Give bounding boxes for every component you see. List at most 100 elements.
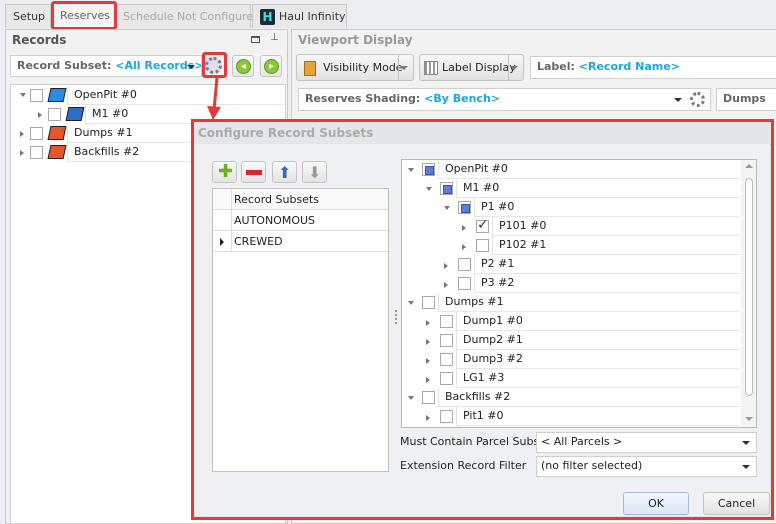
collapsed-icon[interactable] — [462, 244, 466, 250]
record-tree-item[interactable]: OpenPit #0 — [11, 86, 285, 105]
record-tree-item[interactable]: P102 #1 — [402, 236, 740, 255]
expanded-icon[interactable] — [408, 396, 414, 400]
scroll-up-icon[interactable] — [745, 164, 753, 168]
record-type-icon — [47, 145, 67, 159]
record-label: Dump2 #1 — [456, 331, 740, 350]
checkbox[interactable] — [30, 127, 43, 140]
record-label: P101 #0 — [492, 217, 740, 236]
checkbox[interactable] — [48, 108, 61, 121]
checkbox[interactable] — [440, 410, 453, 423]
collapsed-icon[interactable] — [20, 131, 24, 137]
records-title: Records — [12, 33, 67, 47]
checkbox[interactable] — [422, 296, 435, 309]
record-tree-item[interactable]: Dump2 #1 — [402, 331, 740, 350]
label-display-label: Label Display — [442, 61, 516, 74]
subset-row[interactable]: AUTONOMOUS — [213, 210, 388, 231]
minus-icon — [246, 170, 262, 175]
record-tree-item[interactable]: Dumps #1 — [402, 293, 740, 312]
record-tree-item[interactable]: P3 #2 — [402, 274, 740, 293]
collapsed-icon[interactable] — [38, 112, 42, 118]
checkbox[interactable] — [440, 315, 453, 328]
pointer-arrow — [207, 77, 221, 120]
extension-filter-combo[interactable]: (no filter selected) — [536, 456, 757, 477]
expanded-icon[interactable] — [426, 187, 432, 191]
record-tree-item[interactable]: Backfills #2 — [402, 388, 740, 407]
visibility-mode-button[interactable]: Visibility Mode — [296, 54, 414, 81]
ok-button[interactable]: OK — [623, 492, 689, 515]
collapsed-icon[interactable] — [426, 415, 430, 421]
collapsed-icon[interactable] — [444, 282, 448, 288]
move-up-button[interactable]: ⬆ — [272, 161, 297, 183]
move-down-button[interactable]: ⬇ — [302, 161, 327, 183]
record-label: M1 #0 — [456, 179, 740, 198]
scrollbar[interactable] — [741, 160, 756, 427]
collapsed-icon[interactable] — [426, 339, 430, 345]
checkbox[interactable] — [30, 89, 43, 102]
record-tree-item[interactable]: M1 #0 — [402, 179, 740, 198]
record-tree-item[interactable]: LG1 #3 — [402, 369, 740, 388]
checkbox[interactable] — [458, 201, 471, 214]
splitter-handle[interactable] — [395, 310, 397, 324]
collapsed-icon[interactable] — [426, 320, 430, 326]
previous-button[interactable]: ◂ — [232, 55, 254, 77]
grid-header: Record Subsets — [234, 193, 319, 206]
scrollbar-thumb[interactable] — [745, 178, 753, 396]
record-tree-item[interactable]: P2 #1 — [402, 255, 740, 274]
expanded-icon[interactable] — [408, 301, 414, 305]
remove-subset-button[interactable] — [241, 161, 266, 183]
parcel-subset-combo[interactable]: < All Parcels > — [536, 432, 757, 453]
checkbox[interactable] — [440, 182, 453, 195]
maximize-icon[interactable] — [251, 36, 260, 43]
record-type-icon — [47, 126, 67, 140]
cancel-button[interactable]: Cancel — [703, 492, 770, 515]
dumps-combo[interactable]: Dumps — [716, 88, 776, 111]
expanded-icon[interactable] — [20, 93, 26, 97]
expanded-icon[interactable] — [444, 206, 450, 210]
checkbox[interactable] — [458, 277, 471, 290]
collapsed-icon[interactable] — [426, 358, 430, 364]
chevron-down-icon[interactable] — [400, 66, 408, 70]
checkbox[interactable] — [458, 258, 471, 271]
record-subset-combo[interactable]: Record Subset: <All Records> — [10, 55, 202, 77]
gear-icon[interactable] — [690, 92, 705, 107]
record-tree-item[interactable]: P1 #0 — [402, 198, 740, 217]
checkbox[interactable] — [422, 391, 435, 404]
row-indicator-icon — [220, 238, 224, 246]
tab-haul-infinity[interactable]: H Haul Infinity — [252, 4, 347, 28]
reserves-shading-combo[interactable]: Reserves Shading: <By Bench> — [298, 88, 711, 111]
haul-infinity-icon: H — [260, 9, 275, 25]
label-field[interactable]: Label: <Record Name> — [530, 56, 776, 79]
scroll-down-icon[interactable] — [745, 417, 753, 421]
checkbox[interactable] — [440, 372, 453, 385]
checkbox[interactable] — [422, 163, 435, 176]
tab-setup[interactable]: Setup — [5, 4, 51, 28]
label-field-value: <Record Name> — [578, 60, 680, 73]
next-button[interactable]: ▸ — [260, 55, 282, 77]
collapsed-icon[interactable] — [462, 225, 466, 231]
highlight-box — [51, 1, 117, 30]
subset-row-selected[interactable]: CREWED — [213, 231, 388, 252]
record-tree-item[interactable]: Pit1 #0 — [402, 407, 740, 426]
checkbox[interactable] — [476, 217, 489, 233]
record-label: Dump3 #2 — [456, 350, 740, 369]
arrow-down-icon: ⬇ — [308, 163, 322, 182]
collapsed-icon[interactable] — [20, 150, 24, 156]
label-display-button[interactable]: Label Display — [419, 54, 524, 81]
add-subset-button[interactable]: ✚ — [212, 161, 237, 183]
checkbox[interactable] — [440, 353, 453, 366]
record-tree-item[interactable]: Dump1 #0 — [402, 312, 740, 331]
checkbox[interactable] — [476, 239, 489, 252]
record-type-icon — [65, 107, 85, 121]
chevron-down-icon[interactable] — [510, 66, 518, 70]
record-tree-item[interactable]: P101 #0 — [402, 217, 740, 236]
record-tree-item[interactable]: Dump3 #2 — [402, 350, 740, 369]
checkbox[interactable] — [440, 334, 453, 347]
record-tree-item[interactable]: OpenPit #0 — [402, 160, 740, 179]
collapsed-icon[interactable] — [444, 263, 448, 269]
checkbox[interactable] — [30, 146, 43, 159]
pin-icon[interactable]: ⊥ — [270, 32, 279, 43]
expanded-icon[interactable] — [408, 168, 414, 172]
record-label: Pit1 #0 — [456, 407, 740, 426]
tab-schedule[interactable]: Schedule Not Configured — [115, 4, 260, 28]
collapsed-icon[interactable] — [426, 377, 430, 383]
